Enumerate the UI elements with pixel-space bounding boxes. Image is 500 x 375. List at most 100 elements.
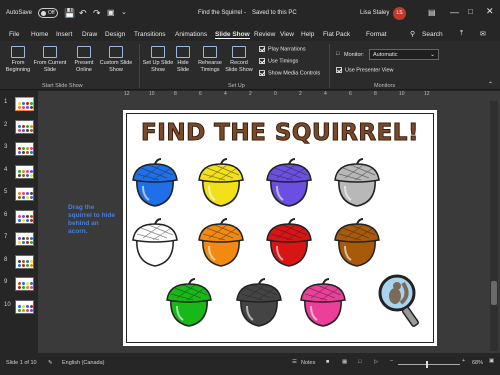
- rehearse-timings-button[interactable]: Rehearse Timings: [195, 46, 225, 73]
- acorn[interactable]: [333, 158, 381, 208]
- ribbon-display-icon[interactable]: ▤: [428, 8, 436, 17]
- acorn[interactable]: [197, 218, 245, 268]
- slide-thumbnail[interactable]: [15, 209, 34, 224]
- slide-thumbnail[interactable]: [15, 232, 34, 246]
- zoom-in-icon[interactable]: +: [462, 358, 465, 364]
- undo-icon[interactable]: ↶: [79, 8, 87, 19]
- monitor-select[interactable]: Automatic ⌄: [369, 49, 439, 60]
- set-up-group-label: Set Up: [228, 83, 245, 89]
- custom-slide-show-button[interactable]: Custom Slide Show: [97, 46, 135, 73]
- acorn[interactable]: [235, 278, 283, 328]
- zoom-slider-thumb[interactable]: [426, 361, 428, 368]
- minimize-icon[interactable]: —: [450, 7, 459, 17]
- slide-counter: Slide 1 of 10: [6, 360, 37, 366]
- set-up-slide-show-button[interactable]: Set Up Slide Show: [142, 46, 174, 73]
- vertical-scrollbar[interactable]: [490, 101, 498, 351]
- slide-thumbnail[interactable]: [15, 277, 34, 291]
- collapse-ribbon-icon[interactable]: ⌃: [488, 81, 493, 88]
- acorn[interactable]: [265, 218, 313, 268]
- search-label[interactable]: Search: [422, 31, 443, 38]
- redo-icon[interactable]: ↷: [93, 8, 101, 19]
- thumbnail-acorn: [22, 147, 25, 150]
- thumbnail-acorn: [26, 151, 29, 154]
- tab-format[interactable]: Format: [366, 31, 387, 38]
- autosave-toggle[interactable]: Off: [38, 8, 58, 18]
- magnifying-glass-squirrel-icon[interactable]: [377, 273, 421, 331]
- thumbnail-acorn: [22, 169, 25, 173]
- play-narrations-checkbox[interactable]: Play Narrations: [259, 46, 306, 52]
- normal-view-icon[interactable]: ■: [326, 359, 329, 365]
- slide-thumbnail[interactable]: [15, 164, 34, 179]
- reading-view-icon[interactable]: □: [358, 359, 361, 365]
- qat-more-icon[interactable]: ⌄: [121, 8, 127, 16]
- instruction-text[interactable]: Drag the squirrel to hide behind an acor…: [68, 204, 118, 236]
- thumbnail-acorn: [26, 263, 29, 267]
- slide-title[interactable]: FIND THE SQUIRREL!: [123, 120, 437, 147]
- maximize-icon[interactable]: □: [468, 7, 473, 16]
- notes-button[interactable]: Notes: [301, 360, 315, 366]
- slide-thumbnail[interactable]: [15, 254, 34, 269]
- tab-flat-pack[interactable]: Flat Pack: [323, 31, 350, 38]
- from-beginning-button[interactable]: From Beginning: [4, 46, 32, 73]
- acorn[interactable]: [333, 218, 381, 268]
- user-name[interactable]: Lisa Staley: [360, 10, 389, 16]
- slide-thumbnail[interactable]: [15, 187, 34, 201]
- language-label[interactable]: English (Canada): [62, 360, 105, 366]
- from-beginning-label: From Beginning: [5, 60, 31, 73]
- slide[interactable]: FIND THE SQUIRREL!: [123, 110, 437, 346]
- thumbnail-acorn: [18, 173, 21, 177]
- thumbnail-acorn: [26, 147, 29, 150]
- acorn[interactable]: [131, 158, 179, 208]
- tab-transitions[interactable]: Transitions: [134, 31, 166, 38]
- use-timings-checkbox[interactable]: Use Timings: [259, 58, 298, 64]
- close-icon[interactable]: ✕: [486, 6, 494, 17]
- tab-review[interactable]: Review: [254, 31, 275, 38]
- hide-slide-button[interactable]: Hide Slide: [173, 46, 193, 73]
- tab-slide-show[interactable]: Slide Show: [215, 31, 250, 39]
- acorn[interactable]: [131, 218, 179, 268]
- slide-sorter-icon[interactable]: ▦: [342, 359, 347, 365]
- acorn[interactable]: [197, 158, 245, 208]
- tab-animations[interactable]: Animations: [175, 31, 207, 38]
- thumbnail-acorn: [22, 308, 25, 312]
- from-current-slide-button[interactable]: From Current Slide: [33, 46, 67, 73]
- zoom-out-icon[interactable]: –: [390, 358, 393, 364]
- scrollbar-thumb[interactable]: [491, 281, 497, 305]
- hide-slide-icon: [176, 46, 190, 58]
- slide-thumbnail[interactable]: [15, 142, 34, 156]
- slide-thumbnail[interactable]: [15, 299, 34, 314]
- tab-design[interactable]: Design: [105, 31, 125, 38]
- slideshow-view-icon[interactable]: ▷: [374, 359, 378, 365]
- tab-file[interactable]: File: [9, 31, 19, 38]
- autosave-label: AutoSave: [6, 10, 33, 16]
- spelling-icon[interactable]: ✎: [48, 360, 53, 366]
- zoom-slider[interactable]: [398, 361, 460, 368]
- acorn[interactable]: [165, 278, 213, 328]
- tab-home[interactable]: Home: [31, 31, 48, 38]
- present-online-label: Present Online: [74, 60, 94, 73]
- present-icon[interactable]: ▣: [107, 8, 115, 17]
- tab-help[interactable]: Help: [301, 31, 314, 38]
- zoom-level[interactable]: 68%: [472, 360, 483, 366]
- tab-insert[interactable]: Insert: [56, 31, 72, 38]
- fit-to-window-icon[interactable]: ▣: [489, 358, 494, 364]
- tab-view[interactable]: View: [280, 31, 294, 38]
- record-slide-show-button[interactable]: Record Slide Show: [224, 46, 254, 73]
- search-icon[interactable]: ⚲: [410, 30, 415, 38]
- ribbon-divider: [329, 44, 330, 88]
- ribbon: From Beginning From Current Slide Presen…: [0, 41, 500, 90]
- save-icon[interactable]: 💾: [64, 8, 75, 19]
- present-online-button[interactable]: Present Online: [70, 46, 98, 73]
- slide-thumbnail[interactable]: [15, 97, 34, 111]
- show-media-controls-checkbox[interactable]: Show Media Controls: [259, 70, 320, 76]
- use-presenter-view-checkbox[interactable]: Use Presenter View: [336, 67, 394, 73]
- thumbnail-acorn: [22, 241, 25, 244]
- acorn[interactable]: [265, 158, 313, 208]
- acorn[interactable]: [299, 278, 347, 328]
- avatar[interactable]: LS: [393, 7, 406, 20]
- comments-icon[interactable]: ✉: [480, 30, 486, 38]
- share-icon[interactable]: ⤒: [460, 30, 463, 38]
- slide-thumbnail[interactable]: [15, 119, 34, 134]
- notes-icon[interactable]: ☰: [292, 359, 297, 365]
- tab-draw[interactable]: Draw: [82, 31, 97, 38]
